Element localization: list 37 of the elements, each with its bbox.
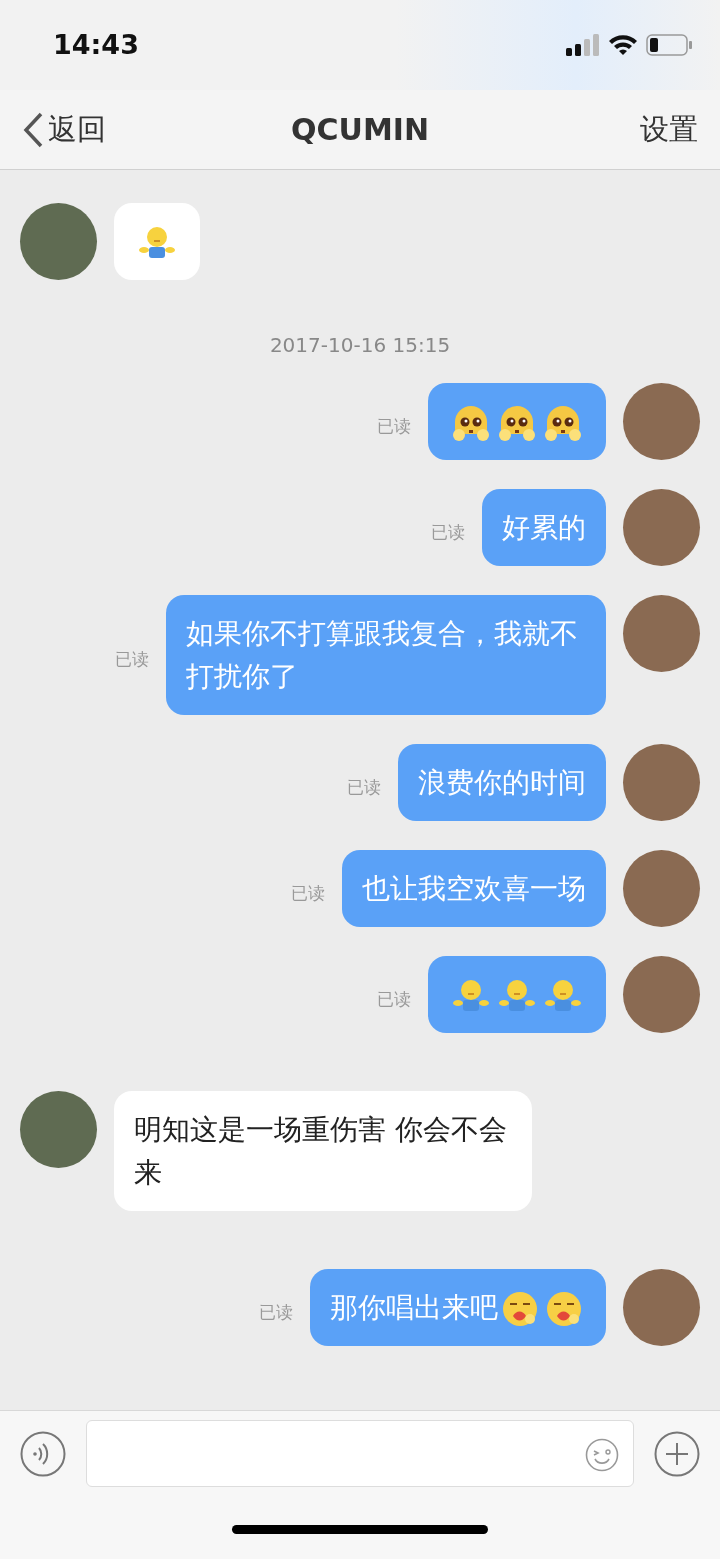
battery-icon	[646, 34, 692, 56]
voice-icon[interactable]	[20, 1430, 66, 1477]
message-bubble[interactable]: 明知这是一场重伤害 你会不会来	[114, 1091, 532, 1211]
message-input-field[interactable]	[86, 1420, 634, 1487]
read-receipt: 已读	[431, 520, 465, 544]
message-bubble[interactable]: 也让我空欢喜一场	[342, 850, 606, 927]
read-receipt: 已读	[377, 987, 411, 1011]
message-bubble[interactable]: 好累的	[482, 489, 606, 566]
sticker-icon	[137, 225, 177, 261]
wifi-icon	[608, 34, 638, 56]
status-time: 14:43	[53, 27, 139, 62]
settings-button[interactable]: 设置	[640, 107, 698, 152]
message-bubble[interactable]: 浪费你的时间	[398, 744, 606, 821]
signal-icon	[566, 34, 600, 56]
plus-icon[interactable]	[654, 1430, 700, 1477]
emoji-icon[interactable]	[585, 1438, 619, 1472]
sticker-icon	[497, 404, 537, 442]
timestamp: 2017-10-16 15:15	[269, 333, 451, 357]
read-receipt: 已读	[377, 414, 411, 438]
read-receipt: 已读	[291, 881, 325, 905]
sticker-icon	[543, 404, 583, 442]
sticker-icon	[451, 978, 491, 1014]
sticker-icon	[497, 978, 537, 1014]
sticker-icon	[451, 404, 491, 442]
back-button[interactable]: 返回	[22, 107, 106, 152]
message-bubble[interactable]	[428, 383, 606, 460]
read-receipt: 已读	[115, 648, 149, 672]
read-receipt: 已读	[259, 1300, 293, 1324]
sticker-icon	[501, 1290, 539, 1328]
read-receipt: 已读	[347, 775, 381, 799]
message-bubble[interactable]: 如果你不打算跟我复合，我就不打扰你了	[166, 595, 606, 715]
message-bubble[interactable]	[114, 203, 200, 280]
chevron-icon	[22, 111, 44, 148]
chat-title: QCUMIN	[291, 111, 429, 149]
sticker-icon	[545, 1290, 583, 1328]
message-bubble[interactable]: 那你唱出来吧	[310, 1269, 606, 1346]
sticker-icon	[543, 978, 583, 1014]
